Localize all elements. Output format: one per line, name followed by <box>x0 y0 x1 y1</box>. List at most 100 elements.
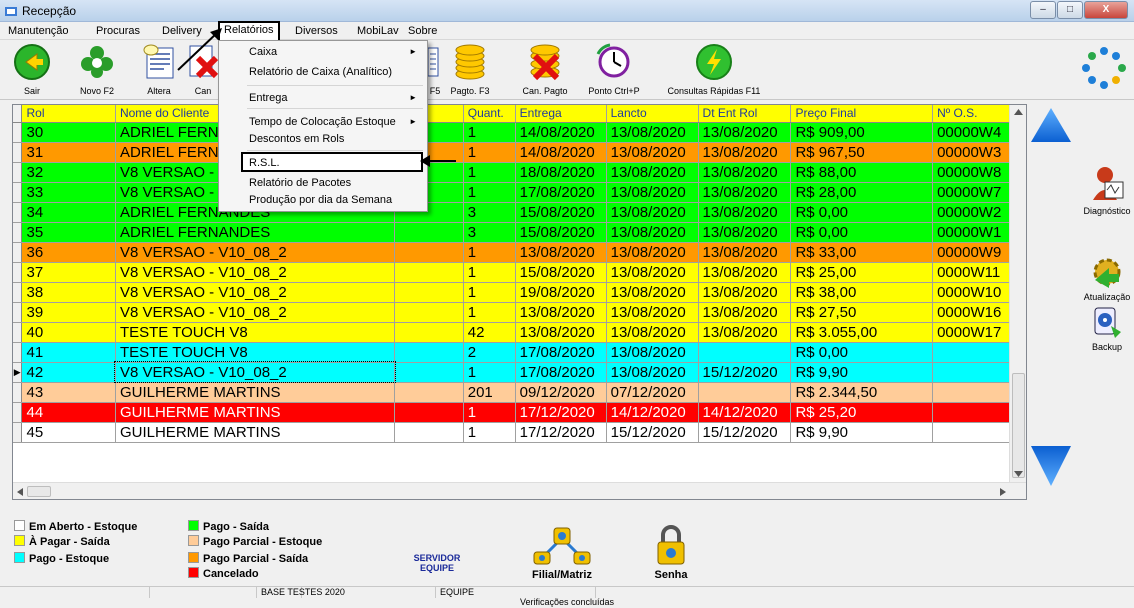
scroll-right-icon[interactable] <box>1000 488 1006 496</box>
cell-nome[interactable]: GUILHERME MARTINS <box>115 422 396 443</box>
menu-mobilav[interactable]: MobiLav <box>357 25 399 37</box>
diagnostico-button[interactable]: Diagnóstico <box>1080 164 1134 216</box>
cell-blank[interactable] <box>394 382 464 403</box>
page-up-arrow-icon[interactable] <box>1029 106 1073 144</box>
cell-rol[interactable]: 42 <box>21 362 116 383</box>
pagto-button[interactable]: Pagto. F3 <box>446 42 494 98</box>
header-quant[interactable]: Quant. <box>463 105 516 123</box>
rols-grid[interactable]: Rol Nome do Cliente Quant. Entrega Lanct… <box>12 104 1027 500</box>
cell-dt-ent-rol[interactable]: 14/12/2020 <box>698 402 792 423</box>
cell-blank[interactable] <box>394 242 464 263</box>
cell-preco[interactable]: R$ 27,50 <box>790 302 934 323</box>
cell-lancto[interactable]: 13/08/2020 <box>606 362 699 383</box>
cell-rol[interactable]: 39 <box>21 302 116 323</box>
cell-quant[interactable]: 1 <box>463 122 516 143</box>
cell-preco[interactable]: R$ 33,00 <box>790 242 934 263</box>
cell-rol[interactable]: 37 <box>21 262 116 283</box>
cell-entrega[interactable]: 17/12/2020 <box>515 402 607 423</box>
table-row[interactable]: 30 ADRIEL FERN 1 14/08/2020 13/08/2020 13/08/… <box>13 122 1026 143</box>
cell-dt-ent-rol[interactable]: 13/08/2020 <box>698 222 792 243</box>
cell-lancto[interactable]: 13/08/2020 <box>606 342 699 363</box>
cell-rol[interactable]: 35 <box>21 222 116 243</box>
table-row[interactable]: 32 V8 VERSAO -1 18/08/2020 13/08/2020 13/08/… <box>13 162 1026 183</box>
cell-preco[interactable]: R$ 9,90 <box>790 362 934 383</box>
table-row[interactable]: 33 V8 VERSAO -1 17/08/2020 13/08/2020 13/08/… <box>13 182 1026 203</box>
cell-rol[interactable]: 38 <box>21 282 116 303</box>
cell-dt-ent-rol[interactable]: 15/12/2020 <box>698 422 792 443</box>
ponto-button[interactable]: Ponto Ctrl+P <box>584 42 644 98</box>
cell-dt-ent-rol[interactable]: 13/08/2020 <box>698 142 792 163</box>
horizontal-scroll-thumb[interactable] <box>27 486 51 497</box>
cell-quant[interactable]: 1 <box>463 262 516 283</box>
cell-lancto[interactable]: 07/12/2020 <box>606 382 699 403</box>
senha-button[interactable]: Senha <box>646 524 696 581</box>
cell-rol[interactable]: 30 <box>21 122 116 143</box>
cell-quant[interactable]: 42 <box>463 322 516 343</box>
cell-lancto[interactable]: 13/08/2020 <box>606 242 699 263</box>
table-row[interactable]: 39 V8 VERSAO - V10_08_2 1 13/08/2020 13/08/2… <box>13 302 1026 323</box>
cell-lancto[interactable]: 15/12/2020 <box>606 422 699 443</box>
cell-preco[interactable]: R$ 0,00 <box>790 222 934 243</box>
cell-entrega[interactable]: 17/08/2020 <box>515 342 607 363</box>
menu-sobre[interactable]: Sobre <box>408 25 437 37</box>
cell-rol[interactable]: 33 <box>21 182 116 203</box>
cell-lancto[interactable]: 13/08/2020 <box>606 122 699 143</box>
table-row[interactable]: 35 ADRIEL FERNANDES 3 15/08/2020 13/08/2020 1… <box>13 222 1026 243</box>
cell-quant[interactable]: 1 <box>463 282 516 303</box>
horizontal-scrollbar[interactable] <box>13 482 1026 499</box>
cell-entrega[interactable]: 14/08/2020 <box>515 122 607 143</box>
cell-dt-ent-rol[interactable]: 13/08/2020 <box>698 242 792 263</box>
cell-lancto[interactable]: 13/08/2020 <box>606 202 699 223</box>
scroll-left-icon[interactable] <box>17 488 23 496</box>
header-preco[interactable]: Preço Final <box>790 105 934 123</box>
menu-manutencao[interactable]: Manutenção <box>8 25 69 37</box>
dropdown-item-producao[interactable]: Produção por dia da Semana <box>249 194 392 206</box>
filial-matriz-button[interactable]: Filial/Matriz <box>524 524 600 581</box>
close-button[interactable]: X <box>1084 1 1128 19</box>
dropdown-item-relatorio-pacotes[interactable]: Relatório de Pacotes <box>249 177 351 189</box>
cell-entrega[interactable]: 13/08/2020 <box>515 322 607 343</box>
cell-dt-ent-rol[interactable] <box>698 342 792 363</box>
cell-preco[interactable]: R$ 967,50 <box>790 142 934 163</box>
cell-lancto[interactable]: 13/08/2020 <box>606 322 699 343</box>
table-row[interactable]: ▶ 42 V8 VERSAO - V10_08_2 1 17/08/2020 13/08/… <box>13 361 1026 383</box>
cell-dt-ent-rol[interactable]: 13/08/2020 <box>698 282 792 303</box>
dropdown-item-relatorio-caixa[interactable]: Relatório de Caixa (Analítico) <box>249 66 392 78</box>
sair-button[interactable]: Sair <box>8 42 56 98</box>
cell-blank[interactable] <box>394 262 464 283</box>
cell-nome[interactable]: V8 VERSAO - V10_08_2 <box>114 361 396 383</box>
menu-relatorios[interactable]: Relatórios <box>218 21 280 42</box>
cell-quant[interactable]: 1 <box>463 362 516 383</box>
cell-preco[interactable]: R$ 0,00 <box>790 202 934 223</box>
cell-dt-ent-rol[interactable]: 13/08/2020 <box>698 182 792 203</box>
cell-rol[interactable]: 43 <box>21 382 116 403</box>
cell-entrega[interactable]: 17/08/2020 <box>515 182 607 203</box>
table-row[interactable]: 37 V8 VERSAO - V10_08_2 1 15/08/2020 13/08/2… <box>13 262 1026 283</box>
cell-quant[interactable]: 1 <box>463 182 516 203</box>
table-row[interactable]: 36 V8 VERSAO - V10_08_2 1 13/08/2020 13/08/2… <box>13 242 1026 263</box>
cell-preco[interactable]: R$ 25,20 <box>790 402 934 423</box>
cell-quant[interactable]: 1 <box>463 142 516 163</box>
cell-entrega[interactable]: 15/08/2020 <box>515 262 607 283</box>
cell-lancto[interactable]: 13/08/2020 <box>606 222 699 243</box>
cell-dt-ent-rol[interactable] <box>698 382 792 403</box>
cell-dt-ent-rol[interactable]: 13/08/2020 <box>698 302 792 323</box>
table-row[interactable]: 31 ADRIEL FERN 1 14/08/2020 13/08/2020 13/08/… <box>13 142 1026 163</box>
scroll-down-icon[interactable] <box>1014 471 1023 477</box>
cell-dt-ent-rol[interactable]: 13/08/2020 <box>698 202 792 223</box>
cell-preco[interactable]: R$ 38,00 <box>790 282 934 303</box>
cell-entrega[interactable]: 09/12/2020 <box>515 382 607 403</box>
cell-lancto[interactable]: 13/08/2020 <box>606 302 699 323</box>
cell-blank[interactable] <box>394 302 464 323</box>
cell-rol[interactable]: 40 <box>21 322 116 343</box>
cell-quant[interactable]: 201 <box>463 382 516 403</box>
cell-rol[interactable]: 32 <box>21 162 116 183</box>
backup-button[interactable]: Backup <box>1080 304 1134 352</box>
cell-dt-ent-rol[interactable]: 15/12/2020 <box>698 362 792 383</box>
consultas-button[interactable]: Consultas Rápidas F11 <box>664 42 764 98</box>
cell-rol[interactable]: 44 <box>21 402 116 423</box>
menu-procuras[interactable]: Procuras <box>96 25 140 37</box>
minimize-button[interactable]: – <box>1030 1 1056 19</box>
cell-entrega[interactable]: 17/08/2020 <box>515 362 607 383</box>
cell-rol[interactable]: 34 <box>21 202 116 223</box>
